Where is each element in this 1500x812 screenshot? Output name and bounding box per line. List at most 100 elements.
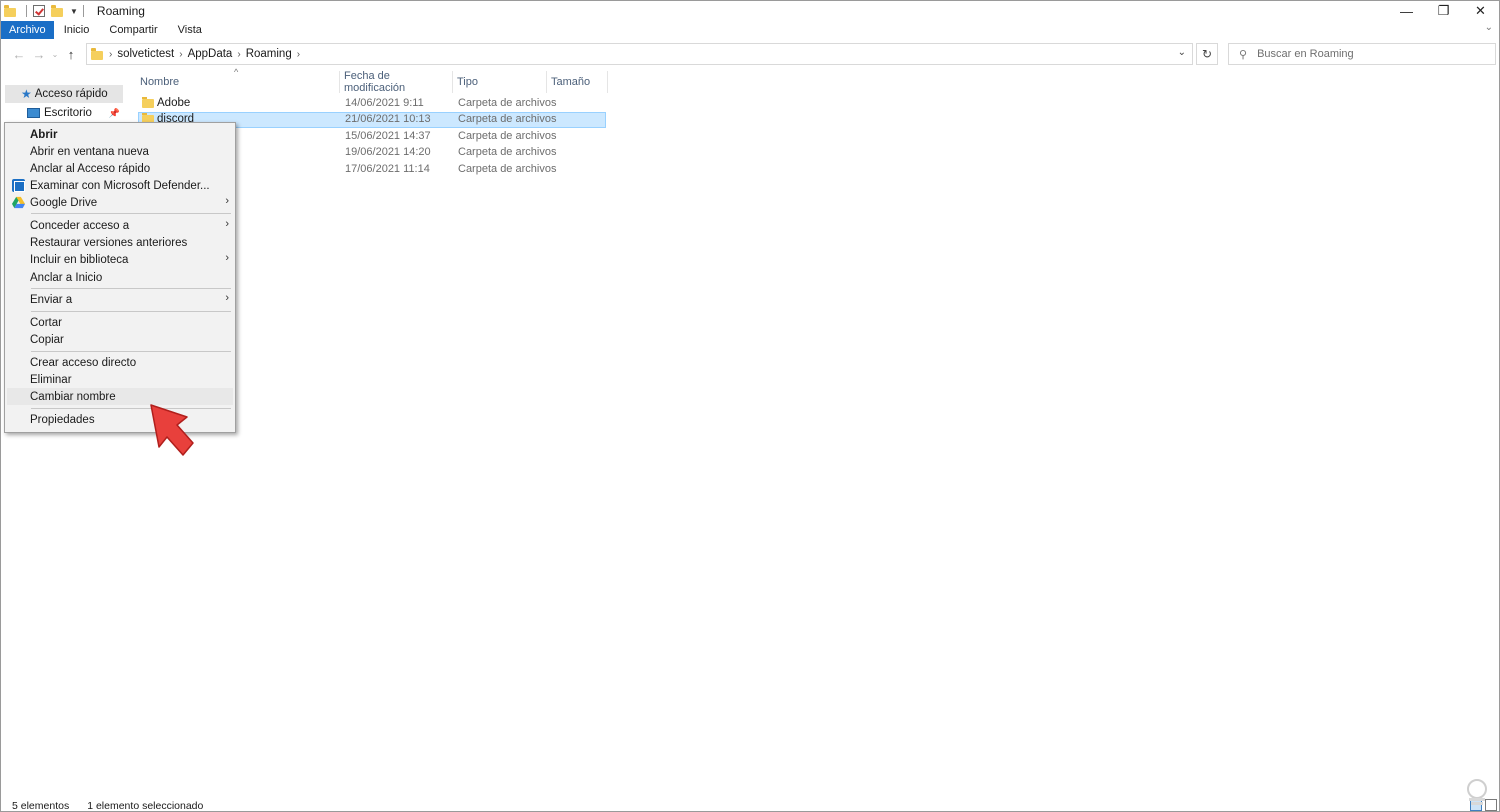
item-count: 5 elementos: [12, 800, 70, 812]
menu-item-include-library[interactable]: Incluir en biblioteca ›: [7, 251, 233, 268]
divider: [31, 408, 231, 409]
menu-item-open[interactable]: Abrir: [7, 126, 233, 143]
red-arrow-pointer-icon: [150, 404, 194, 456]
minimize-button[interactable]: —: [1388, 1, 1425, 21]
file-row[interactable]: Adobe 14/06/2021 9:11 Carpeta de archivo…: [138, 96, 606, 112]
divider: [452, 71, 453, 93]
quick-access-toolbar: ▼: [1, 1, 89, 21]
close-button[interactable]: ✕: [1462, 1, 1499, 21]
pin-icon: 📌: [108, 107, 120, 118]
chevron-right-icon[interactable]: ›: [297, 49, 300, 60]
breadcrumb-roaming[interactable]: Roaming: [246, 48, 292, 60]
menu-item-open-new-window[interactable]: Abrir en ventana nueva: [7, 143, 233, 160]
menu-item-label: Enviar a: [30, 293, 73, 306]
menu-item-properties[interactable]: Propiedades: [7, 411, 233, 428]
menu-item-defender[interactable]: Examinar con Microsoft Defender...: [7, 177, 233, 194]
divider: [26, 5, 27, 17]
properties-icon[interactable]: [32, 4, 46, 18]
breadcrumb-solvetictest[interactable]: solvetictest: [117, 48, 174, 60]
file-date: 14/06/2021 9:11: [345, 97, 424, 109]
chevron-right-icon: ›: [225, 218, 229, 230]
tab-inicio[interactable]: Inicio: [54, 21, 100, 39]
defender-icon: [12, 179, 25, 192]
divider: [31, 213, 231, 214]
column-header-type[interactable]: Tipo: [457, 73, 545, 91]
divider: [31, 351, 231, 352]
selection-count: 1 elemento seleccionado: [87, 800, 204, 812]
file-type: Carpeta de archivos: [458, 146, 557, 158]
tab-archivo[interactable]: Archivo: [1, 21, 54, 39]
chevron-right-icon: ›: [225, 252, 229, 264]
window-title: Roaming: [96, 4, 145, 18]
file-date: 15/06/2021 14:37: [345, 130, 431, 142]
divider: [31, 288, 231, 289]
star-icon: ★: [21, 87, 32, 101]
divider: [546, 71, 547, 93]
chevron-right-icon[interactable]: ›: [109, 49, 112, 60]
divider: [82, 5, 84, 17]
menu-item-pin-quick-access[interactable]: Anclar al Acceso rápido: [7, 160, 233, 177]
search-box[interactable]: ⚲: [1228, 43, 1496, 65]
column-header-size[interactable]: Tamaño: [551, 73, 607, 91]
file-name: Adobe: [157, 97, 191, 109]
maximize-button[interactable]: ❐: [1425, 1, 1462, 21]
file-date: 21/06/2021 10:13: [345, 113, 431, 125]
menu-item-google-drive[interactable]: Google Drive ›: [7, 194, 233, 211]
file-date: 19/06/2021 14:20: [345, 146, 431, 158]
divider: [31, 311, 231, 312]
menu-item-label: Conceder acceso a: [30, 219, 130, 232]
up-icon[interactable]: ↑: [61, 44, 81, 64]
file-type: Carpeta de archivos: [458, 163, 557, 175]
desktop-icon: [27, 108, 40, 118]
divider: [607, 71, 608, 93]
navigation-bar: ← → ⌄ ↑ › solvetictest › AppData › Roami…: [1, 41, 1499, 67]
back-icon[interactable]: ←: [9, 44, 29, 64]
chevron-right-icon: ›: [225, 292, 229, 304]
menu-item-label: Examinar con Microsoft Defender...: [30, 179, 210, 192]
chevron-right-icon[interactable]: ›: [237, 49, 240, 60]
menu-item-create-shortcut[interactable]: Crear acceso directo: [7, 354, 233, 371]
menu-item-label: Google Drive: [30, 196, 98, 209]
customize-toolbar-icon[interactable]: ▼: [70, 7, 78, 16]
menu-item-send-to[interactable]: Enviar a ›: [7, 291, 233, 308]
menu-item-label: Incluir en biblioteca: [30, 253, 129, 266]
file-type: Carpeta de archivos: [458, 97, 557, 109]
menu-item-delete[interactable]: Eliminar: [7, 371, 233, 388]
title-bar: ▼ Roaming — ❐ ✕: [1, 1, 1499, 21]
new-folder-icon[interactable]: [50, 4, 64, 18]
search-input[interactable]: [1257, 48, 1478, 60]
google-drive-icon: [12, 196, 25, 209]
expand-ribbon-icon[interactable]: ⌄: [1485, 22, 1493, 33]
menu-item-restore-versions[interactable]: Restaurar versiones anteriores: [7, 234, 233, 251]
forward-icon[interactable]: →: [29, 44, 49, 64]
nav-item-quick-access[interactable]: ★ Acceso rápido: [5, 85, 123, 103]
tab-vista[interactable]: Vista: [168, 21, 212, 39]
chevron-down-icon[interactable]: ⌄: [1178, 47, 1186, 58]
tab-compartir[interactable]: Compartir: [99, 21, 167, 39]
address-bar[interactable]: › solvetictest › AppData › Roaming › ⌄: [86, 43, 1193, 65]
recent-locations-icon[interactable]: ⌄: [49, 44, 61, 64]
refresh-icon[interactable]: ↻: [1196, 43, 1218, 65]
status-bar: 5 elementos 1 elemento seleccionado: [1, 799, 1499, 812]
breadcrumb-appdata[interactable]: AppData: [188, 48, 233, 60]
folder-icon: [3, 4, 17, 18]
menu-item-pin-start[interactable]: Anclar a Inicio: [7, 269, 233, 286]
nav-item-label: Acceso rápido: [34, 88, 108, 100]
nav-item-desktop[interactable]: Escritorio 📌: [5, 104, 123, 122]
menu-item-rename[interactable]: Cambiar nombre: [7, 388, 233, 405]
menu-item-give-access[interactable]: Conceder acceso a ›: [7, 217, 233, 234]
ribbon-tabs: Archivo Inicio Compartir Vista ⌄: [1, 21, 1499, 39]
menu-item-cut[interactable]: Cortar: [7, 314, 233, 331]
file-type: Carpeta de archivos: [458, 130, 557, 142]
column-header-date[interactable]: Fecha de modificación: [344, 70, 452, 94]
menu-item-copy[interactable]: Copiar: [7, 331, 233, 348]
folder-icon: [142, 97, 154, 108]
watermark-logo-icon: [1467, 779, 1487, 805]
file-date: 17/06/2021 11:14: [345, 163, 430, 175]
context-menu: Abrir Abrir en ventana nueva Anclar al A…: [4, 122, 236, 433]
chevron-right-icon[interactable]: ›: [179, 49, 182, 60]
divider: [339, 71, 340, 93]
column-header-name[interactable]: Nombre: [140, 73, 340, 91]
explorer-window: ▼ Roaming — ❐ ✕ Archivo Inicio Compartir…: [0, 0, 1500, 812]
folder-icon: [91, 47, 103, 60]
